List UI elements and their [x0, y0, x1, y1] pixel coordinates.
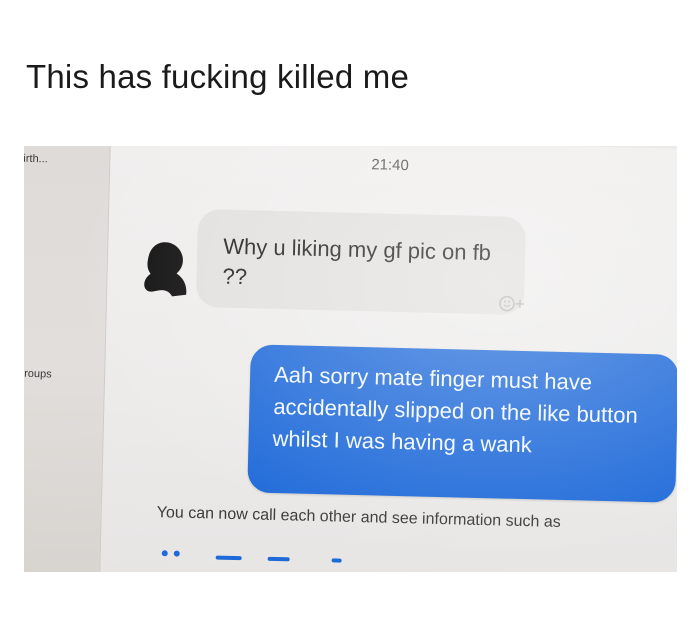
- left-panel: irth... groups: [24, 146, 111, 572]
- outgoing-message-text: Aah sorry mate finger must have accident…: [272, 361, 639, 458]
- contact-info-notice: You can now call each other and see info…: [156, 504, 561, 531]
- toolbar-dot-icon[interactable]: [173, 550, 180, 557]
- left-panel-item-groups[interactable]: groups: [24, 368, 52, 381]
- incoming-message-bubble[interactable]: Why u liking my gf pic on fb ??: [195, 209, 527, 315]
- avatar-silhouette-icon[interactable]: [142, 240, 189, 299]
- toolbar-image-icon[interactable]: [267, 556, 290, 562]
- outgoing-message-bubble[interactable]: Aah sorry mate finger must have accident…: [247, 344, 677, 503]
- chat-photo: irth... groups 21:40 Why u liking my gf …: [24, 146, 677, 572]
- post-caption: This has fucking killed me: [26, 58, 410, 95]
- add-reaction-icon[interactable]: [498, 294, 528, 313]
- composer-toolbar: [155, 546, 455, 572]
- incoming-message-text: Why u liking my gf pic on fb ??: [222, 233, 492, 290]
- messenger-screen: irth... groups 21:40 Why u liking my gf …: [24, 146, 677, 572]
- toolbar-camera-icon[interactable]: [215, 555, 242, 561]
- left-panel-item-top[interactable]: irth...: [24, 153, 48, 166]
- message-timestamp: 21:40: [371, 156, 410, 175]
- toolbar-mic-icon[interactable]: [331, 558, 342, 563]
- toolbar-dot-icon[interactable]: [161, 550, 168, 557]
